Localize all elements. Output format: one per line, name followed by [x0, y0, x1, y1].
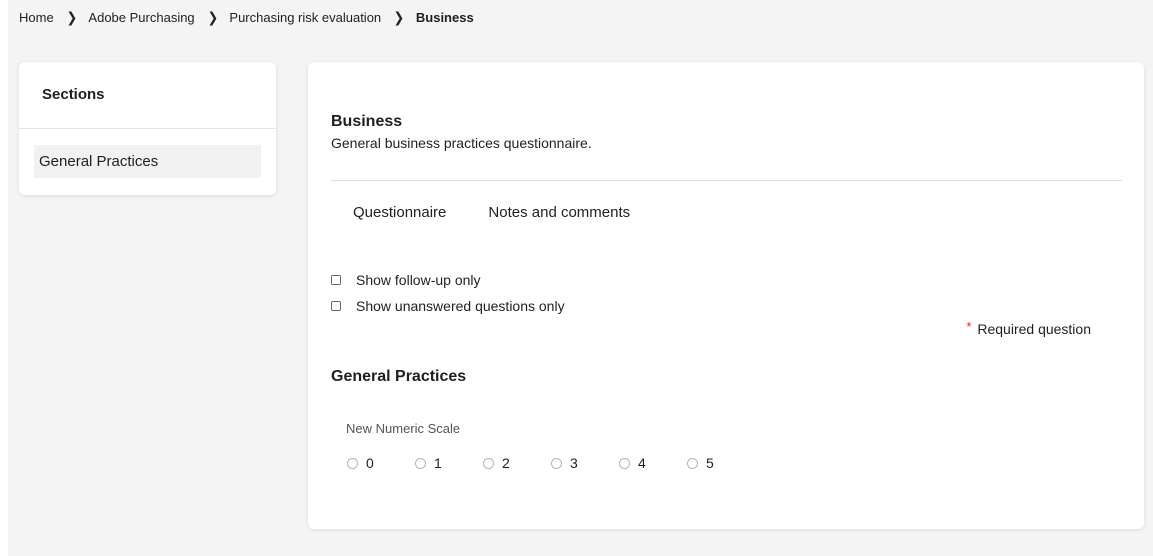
scale-option-label: 2: [502, 455, 510, 471]
scale-option-0[interactable]: 0: [347, 455, 415, 471]
section-heading: General Practices: [331, 368, 467, 385]
chevron-right-icon: ❯: [207, 8, 218, 25]
required-question-note: * Required question: [966, 319, 1091, 337]
scale-option-label: 5: [706, 455, 714, 471]
follow-up-only-label: Show follow-up only: [356, 272, 481, 288]
scale-option-label: 0: [366, 455, 374, 471]
scale-option-label: 1: [434, 455, 442, 471]
unanswered-only-label: Show unanswered questions only: [356, 298, 565, 314]
scale-option-label: 4: [638, 455, 646, 471]
follow-up-only-checkbox[interactable]: [331, 275, 341, 285]
breadcrumb-purchasing-risk-evaluation[interactable]: Purchasing risk evaluation: [229, 10, 381, 25]
radio-button[interactable]: [687, 457, 698, 469]
breadcrumb-adobe-purchasing[interactable]: Adobe Purchasing: [88, 10, 194, 25]
filter-unanswered-only[interactable]: Show unanswered questions only: [331, 296, 565, 316]
section-item-general-practices[interactable]: General Practices: [34, 145, 261, 178]
radio-button[interactable]: [483, 457, 494, 469]
sections-title: Sections: [42, 86, 105, 103]
radio-button[interactable]: [551, 457, 562, 469]
section-item-label: General Practices: [39, 153, 159, 170]
question-label: New Numeric Scale: [346, 421, 461, 436]
radio-button[interactable]: [415, 457, 426, 469]
breadcrumb-current-page: Business: [415, 9, 474, 25]
scale-option-label: 3: [570, 455, 578, 471]
scale-option-2[interactable]: 2: [483, 455, 551, 471]
required-question-text: Required question: [977, 321, 1091, 337]
page-description: General business practices questionnaire…: [331, 135, 592, 151]
tab-bar: Questionnaire Notes and comments: [353, 204, 630, 221]
radio-button[interactable]: [347, 457, 358, 469]
breadcrumb: Home ❯ Adobe Purchasing ❯ Purchasing ris…: [19, 7, 474, 27]
breadcrumb-home[interactable]: Home: [19, 10, 54, 25]
sections-panel: Sections General Practices: [19, 62, 276, 195]
unanswered-only-checkbox[interactable]: [331, 301, 341, 311]
filter-follow-up-only[interactable]: Show follow-up only: [331, 270, 565, 290]
chevron-right-icon: ❯: [66, 8, 77, 25]
sections-divider: [19, 128, 276, 129]
scale-option-3[interactable]: 3: [551, 455, 619, 471]
tab-notes-and-comments[interactable]: Notes and comments: [488, 204, 630, 221]
required-asterisk-icon: *: [966, 319, 972, 334]
questionnaire-card: Business General business practices ques…: [308, 62, 1144, 529]
radio-button[interactable]: [619, 457, 630, 469]
scale-option-4[interactable]: 4: [619, 455, 687, 471]
scale-option-1[interactable]: 1: [415, 455, 483, 471]
tab-questionnaire[interactable]: Questionnaire: [353, 204, 446, 221]
header-divider: [331, 180, 1122, 181]
filter-options: Show follow-up only Show unanswered ques…: [331, 270, 565, 322]
numeric-scale: 0 1 2 3 4 5: [347, 455, 755, 471]
scale-option-5[interactable]: 5: [687, 455, 755, 471]
page-title: Business: [331, 113, 403, 130]
chevron-right-icon: ❯: [393, 8, 405, 25]
